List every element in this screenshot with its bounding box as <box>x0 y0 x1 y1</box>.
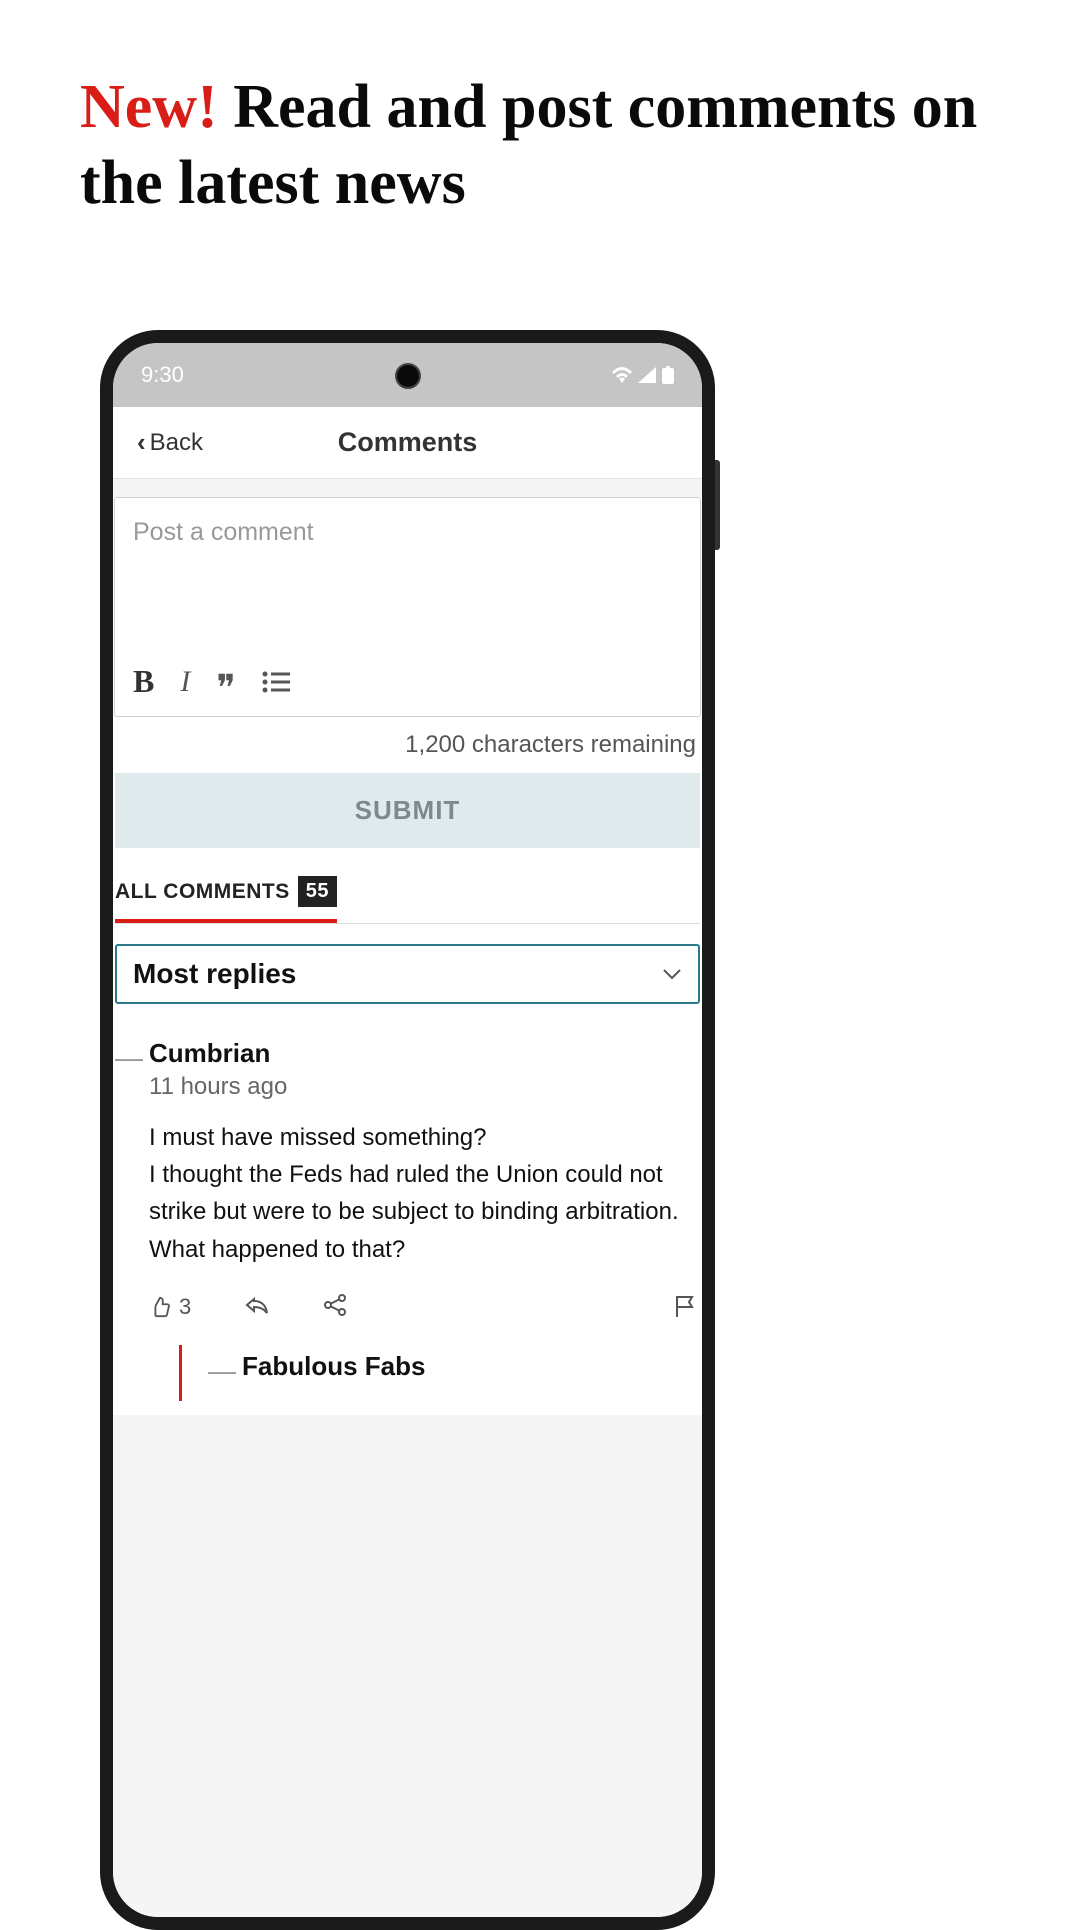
comment-text: I must have missed something? I thought … <box>149 1119 696 1268</box>
flag-button[interactable] <box>674 1295 696 1319</box>
back-button[interactable]: ‹ Back <box>137 427 203 458</box>
wifi-icon <box>612 367 632 383</box>
comment-timestamp: 11 hours ago <box>149 1073 696 1101</box>
italic-button[interactable]: I <box>180 665 190 699</box>
tab-all-comments[interactable]: ALL COMMENTS 55 <box>115 876 337 923</box>
reply-thread: — Fabulous Fabs <box>179 1345 696 1401</box>
comment-author[interactable]: Cumbrian <box>149 1038 696 1069</box>
share-button[interactable] <box>323 1294 347 1321</box>
back-label: Back <box>150 429 203 457</box>
sort-dropdown[interactable]: Most replies <box>115 944 700 1004</box>
nav-bar: ‹ Back Comments <box>113 407 702 479</box>
bold-button[interactable]: B <box>133 663 154 700</box>
signal-icon <box>638 367 656 383</box>
comment-count-badge: 55 <box>298 876 337 907</box>
flag-icon <box>674 1295 696 1319</box>
share-icon <box>323 1294 347 1316</box>
status-icons <box>612 366 674 384</box>
chevron-left-icon: ‹ <box>137 427 146 458</box>
comment-actions: 3 <box>149 1294 696 1321</box>
comment-item: — Cumbrian 11 hours ago I must have miss… <box>115 1024 700 1415</box>
reply-icon <box>245 1295 269 1315</box>
list-button[interactable] <box>262 671 290 693</box>
tabs-row: ALL COMMENTS 55 <box>115 876 700 924</box>
status-time: 9:30 <box>141 362 184 388</box>
phone-screen: 9:30 ‹ Back Comments Post a comment B <box>113 343 702 1917</box>
promo-headline: New! Read and post comments on the lates… <box>0 0 1080 221</box>
collapse-toggle[interactable]: — <box>208 1351 232 1387</box>
collapse-toggle[interactable]: — <box>115 1038 139 1401</box>
comment-input[interactable]: Post a comment <box>115 498 700 653</box>
submit-button[interactable]: SUBMIT <box>115 773 700 848</box>
content-area: Post a comment B I ❞ 1,200 characters re… <box>113 479 702 1917</box>
status-bar: 9:30 <box>113 343 702 407</box>
headline-accent: New! <box>80 73 218 141</box>
reply-button[interactable] <box>245 1295 269 1320</box>
page-title: Comments <box>338 427 478 458</box>
battery-icon <box>662 366 674 384</box>
char-count: 1,200 characters remaining <box>115 717 700 773</box>
format-toolbar: B I ❞ <box>115 653 700 716</box>
comment-item: — Fabulous Fabs <box>208 1345 696 1401</box>
thumbs-up-icon <box>149 1296 171 1318</box>
comment-author[interactable]: Fabulous Fabs <box>242 1351 692 1382</box>
comment-composer: Post a comment B I ❞ <box>114 497 701 717</box>
phone-side-button <box>715 460 720 550</box>
like-count: 3 <box>179 1294 191 1320</box>
camera-hole <box>395 363 421 389</box>
sort-selected: Most replies <box>133 958 296 990</box>
chevron-down-icon <box>662 963 682 986</box>
phone-frame: 9:30 ‹ Back Comments Post a comment B <box>100 330 715 1930</box>
quote-button[interactable]: ❞ <box>216 679 235 697</box>
tab-all-label: ALL COMMENTS <box>115 880 290 904</box>
like-button[interactable]: 3 <box>149 1294 191 1320</box>
